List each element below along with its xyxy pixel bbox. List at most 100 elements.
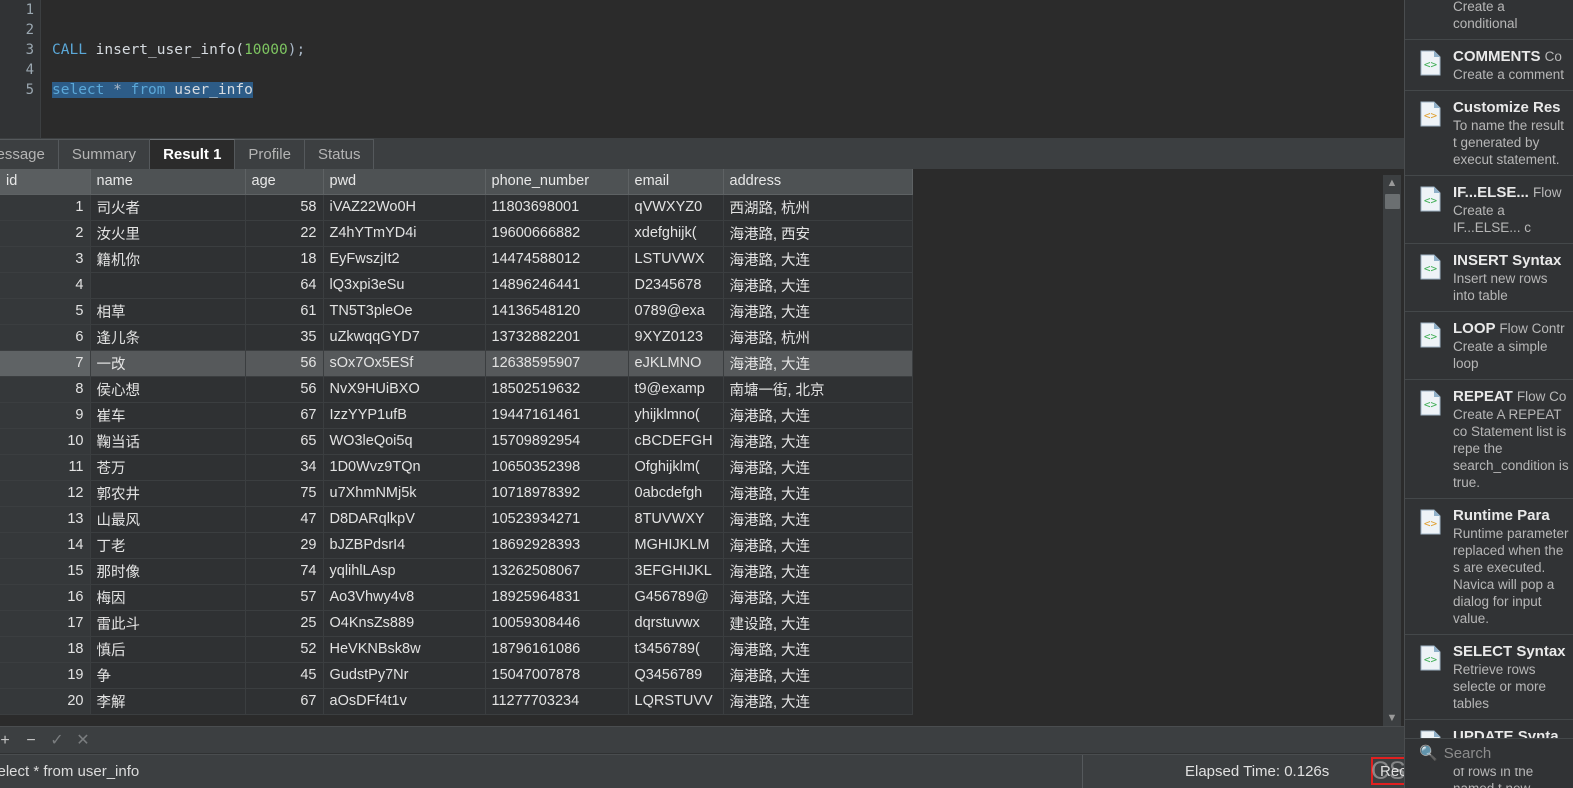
cell-name[interactable]: 鞠当话: [90, 428, 246, 455]
cell-age[interactable]: 52: [245, 636, 324, 663]
cell-pwd[interactable]: aOsDFf4t1v: [323, 688, 486, 715]
tab-result-1[interactable]: Result 1: [150, 139, 236, 169]
cell-phone_number[interactable]: 13732882201: [485, 324, 629, 351]
column-header-phone-number[interactable]: phone_number: [485, 169, 629, 195]
cell-email[interactable]: D2345678: [628, 272, 724, 299]
cell-email[interactable]: dqrstuvwx: [628, 610, 724, 637]
cell-pwd[interactable]: IzzYYP1ufB: [323, 402, 486, 429]
snippet-search-input[interactable]: 🔍 Search: [1405, 738, 1573, 768]
column-header-age[interactable]: age: [245, 169, 324, 195]
cell-phone_number[interactable]: 18692928393: [485, 532, 629, 559]
cell-address[interactable]: 海港路, 大连: [723, 298, 913, 325]
cell-address[interactable]: 海港路, 大连: [723, 428, 913, 455]
table-row[interactable]: 17 雷此斗 25 O4KnsZs889 10059308446 dqrstuvwx 建设路…: [0, 610, 913, 637]
cell-name[interactable]: 汝火里: [90, 220, 246, 247]
cell-address[interactable]: 海港路, 西安: [723, 220, 913, 247]
cell-phone_number[interactable]: 10650352398: [485, 454, 629, 481]
cell-email[interactable]: 0789@exa: [628, 298, 724, 325]
table-row[interactable]: 10 鞠当话 65 WO3leQoi5q 15709892954 cBCDEFGH 海港路,…: [0, 428, 913, 455]
tab-message[interactable]: Message: [0, 139, 59, 169]
cell-email[interactable]: yhijklmno(: [628, 402, 724, 429]
cell-id[interactable]: 6: [0, 324, 91, 351]
table-row[interactable]: 3 籍机你 18 EyFwszjIt2 14474588012 LSTUVWX 海港路, 大…: [0, 246, 913, 273]
cell-address[interactable]: 海港路, 大连: [723, 246, 913, 273]
cell-address[interactable]: 海港路, 大连: [723, 558, 913, 585]
cell-pwd[interactable]: Ao3Vhwy4v8: [323, 584, 486, 611]
delete-record-button[interactable]: −: [18, 727, 44, 755]
cell-pwd[interactable]: 1D0Wvz9TQn: [323, 454, 486, 481]
cell-pwd[interactable]: EyFwszjIt2: [323, 246, 486, 273]
cell-phone_number[interactable]: 10523934271: [485, 506, 629, 533]
cell-age[interactable]: 56: [245, 350, 324, 377]
cell-email[interactable]: G456789@: [628, 584, 724, 611]
cell-email[interactable]: t9@examp: [628, 376, 724, 403]
cell-id[interactable]: 5: [0, 298, 91, 325]
column-header-id[interactable]: id: [0, 169, 91, 195]
table-row[interactable]: 15 那时像 74 yqlihlLAsp 13262508067 3EFGHIJKL 海港路…: [0, 558, 913, 585]
cell-id[interactable]: 16: [0, 584, 91, 611]
column-header-pwd[interactable]: pwd: [323, 169, 486, 195]
cell-email[interactable]: 8TUVWXY: [628, 506, 724, 533]
table-row[interactable]: 11 苍万 34 1D0Wvz9TQn 10650352398 Ofghijklm(海港路…: [0, 454, 913, 481]
cell-age[interactable]: 57: [245, 584, 324, 611]
cell-id[interactable]: 8: [0, 376, 91, 403]
cell-name[interactable]: 一改: [90, 350, 246, 377]
table-row[interactable]: 13 山最风 47 D8DARqlkpV 10523934271 8TUVWXY 海港路, …: [0, 506, 913, 533]
cell-phone_number[interactable]: 14896246441: [485, 272, 629, 299]
cell-name[interactable]: 籍机你: [90, 246, 246, 273]
cell-email[interactable]: LSTUVWX: [628, 246, 724, 273]
cell-phone_number[interactable]: 18796161086: [485, 636, 629, 663]
cell-id[interactable]: 11: [0, 454, 91, 481]
cell-pwd[interactable]: O4KnsZs889: [323, 610, 486, 637]
snippet-item[interactable]: <> COMMENTS Co Create a comment: [1405, 40, 1573, 91]
cell-age[interactable]: 45: [245, 662, 324, 689]
cell-phone_number[interactable]: 18925964831: [485, 584, 629, 611]
cell-email[interactable]: Ofghijklm(: [628, 454, 724, 481]
cell-pwd[interactable]: lQ3xpi3eSu: [323, 272, 486, 299]
cell-name[interactable]: 相草: [90, 298, 246, 325]
cell-age[interactable]: 47: [245, 506, 324, 533]
cell-address[interactable]: 海港路, 大连: [723, 272, 913, 299]
cell-id[interactable]: 9: [0, 402, 91, 429]
cell-name[interactable]: 争: [90, 662, 246, 689]
cell-phone_number[interactable]: 14136548120: [485, 298, 629, 325]
cell-pwd[interactable]: GudstPy7Nr: [323, 662, 486, 689]
snippet-item[interactable]: <> REPEAT Flow Co Create A REPEAT co State…: [1405, 380, 1573, 499]
cell-email[interactable]: MGHIJKLM: [628, 532, 724, 559]
cell-address[interactable]: 海港路, 杭州: [723, 324, 913, 351]
cell-email[interactable]: 3EFGHIJKL: [628, 558, 724, 585]
column-header-address[interactable]: address: [723, 169, 913, 195]
cell-id[interactable]: 3: [0, 246, 91, 273]
cell-age[interactable]: 64: [245, 272, 324, 299]
table-row[interactable]: 1 司火者 58 iVAZ22Wo0H 11803698001 qVWXYZ0 西湖路, 杭…: [0, 194, 913, 221]
cell-id[interactable]: 12: [0, 480, 91, 507]
cell-address[interactable]: 海港路, 大连: [723, 350, 913, 377]
cell-pwd[interactable]: D8DARqlkpV: [323, 506, 486, 533]
cell-id[interactable]: 10: [0, 428, 91, 455]
table-row[interactable]: 6 逢儿条 35 uZkwqqGYD7 13732882201 9XYZ0123 海港路, …: [0, 324, 913, 351]
cell-email[interactable]: t3456789(: [628, 636, 724, 663]
snippet-clipped-top[interactable]: Create a conditional: [1405, 0, 1573, 40]
cell-phone_number[interactable]: 19447161461: [485, 402, 629, 429]
cell-phone_number[interactable]: 11277703234: [485, 688, 629, 715]
sql-code-area[interactable]: CALL insert_user_info(10000); select * f…: [42, 0, 1404, 138]
cell-pwd[interactable]: uZkwqqGYD7: [323, 324, 486, 351]
tab-summary[interactable]: Summary: [58, 139, 151, 169]
cell-phone_number[interactable]: 18502519632: [485, 376, 629, 403]
snippet-item[interactable]: <> Runtime Para Runtime parameter replace…: [1405, 499, 1573, 635]
cell-name[interactable]: 雷此斗: [90, 610, 246, 637]
table-row[interactable]: 4 64 lQ3xpi3eSu 14896246441 D2345678 海港路, 大连: [0, 272, 913, 299]
tab-profile[interactable]: Profile: [235, 139, 305, 169]
cell-id[interactable]: 19: [0, 662, 91, 689]
cell-address[interactable]: 西湖路, 杭州: [723, 194, 913, 221]
selected-sql-text[interactable]: select * from user_info: [52, 82, 253, 98]
cell-address[interactable]: 海港路, 大连: [723, 402, 913, 429]
cell-phone_number[interactable]: 15047007878: [485, 662, 629, 689]
cell-email[interactable]: eJKLMNO: [628, 350, 724, 377]
cell-age[interactable]: 56: [245, 376, 324, 403]
cell-name[interactable]: 李解: [90, 688, 246, 715]
cell-phone_number[interactable]: 15709892954: [485, 428, 629, 455]
table-row[interactable]: 16 梅因 57 Ao3Vhwy4v8 18925964831 G456789@ 海港路, …: [0, 584, 913, 611]
cell-address[interactable]: 海港路, 大连: [723, 584, 913, 611]
cell-id[interactable]: 18: [0, 636, 91, 663]
